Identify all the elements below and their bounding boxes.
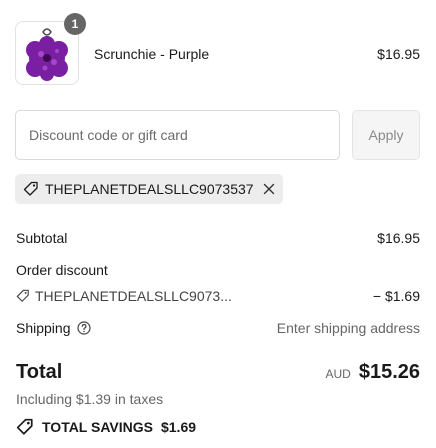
subtotal-label: Subtotal [16, 230, 68, 246]
total-value-group: AUD $15.26 [325, 361, 420, 384]
total-savings-label: TOTAL SAVINGS [42, 419, 153, 435]
total-amount: $15.26 [358, 361, 420, 383]
shipping-value: Enter shipping address [276, 320, 420, 336]
total-savings-value: $1.69 [160, 419, 197, 435]
applied-discount-code: THEPLANETDEALSLLC9073537 [45, 181, 254, 197]
shipping-row-label: Shipping [16, 320, 91, 336]
quantity-badge: 1 [64, 13, 86, 35]
close-icon[interactable] [263, 183, 275, 195]
order-discount-code: THEPLANETDEALSLLC9073... [35, 288, 232, 304]
applied-discount-chip: THEPLANETDEALSLLC9073537 [15, 174, 283, 204]
taxes-note: Including $1.39 in taxes [16, 391, 164, 407]
discount-code-input[interactable] [15, 110, 340, 160]
total-savings-row: TOTAL SAVINGS $1.69 [16, 418, 196, 436]
total-label: Total [16, 361, 63, 383]
product-name: Scrunchie - Purple [94, 46, 210, 62]
tag-icon [16, 289, 30, 303]
help-icon[interactable] [76, 321, 91, 335]
tag-icon [16, 418, 34, 436]
order-discount-label: Order discount [16, 262, 108, 278]
product-price: $16.95 [377, 46, 420, 62]
shipping-label: Shipping [16, 320, 71, 336]
scrunchie-image [26, 28, 68, 81]
apply-button[interactable]: Apply [352, 110, 420, 160]
subtotal-value: $16.95 [377, 230, 420, 246]
tag-icon [23, 181, 39, 197]
currency-code: AUD [325, 367, 351, 381]
order-discount-value: − $1.69 [372, 288, 420, 304]
order-discount-code-row: THEPLANETDEALSLLC9073... [16, 288, 232, 304]
